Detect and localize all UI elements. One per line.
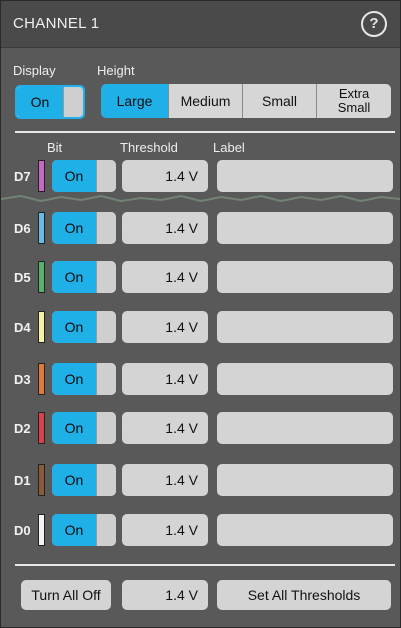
threshold-field-d2[interactable]: 1.4 V	[122, 412, 208, 444]
bit-toggle-d4[interactable]: On	[52, 311, 116, 343]
bit-toggle-knob	[96, 464, 116, 496]
help-icon[interactable]: ?	[361, 11, 387, 37]
column-header-label: Label	[213, 140, 245, 155]
threshold-field-d0[interactable]: 1.4 V	[122, 514, 208, 546]
bit-toggle-on: On	[52, 514, 96, 546]
bit-toggle-on: On	[52, 311, 96, 343]
bit-toggle-on: On	[52, 212, 96, 244]
channel-color-swatch	[38, 412, 45, 444]
threshold-field-d7[interactable]: 1.4 V	[122, 160, 208, 192]
bit-toggle-d0[interactable]: On	[52, 514, 116, 546]
set-all-thresholds-button[interactable]: Set All Thresholds	[217, 580, 391, 610]
bit-toggle-d2[interactable]: On	[52, 412, 116, 444]
label-field-d3[interactable]	[217, 363, 393, 395]
label-field-d7[interactable]	[217, 160, 393, 192]
label-field-d5[interactable]	[217, 261, 393, 293]
all-threshold-field[interactable]: 1.4 V	[122, 580, 208, 610]
bit-toggle-on: On	[52, 160, 96, 192]
channel-name: D3	[14, 372, 31, 387]
channel-name: D5	[14, 270, 31, 285]
divider-top	[15, 131, 395, 133]
column-header-bit: Bit	[47, 140, 63, 155]
height-option-medium[interactable]: Medium	[169, 84, 243, 118]
extra-small-line2: Small	[337, 100, 371, 115]
channel-row-d2: D2 On 1.4 V	[1, 411, 400, 447]
channel-name: D7	[14, 169, 31, 184]
bit-toggle-d6[interactable]: On	[52, 212, 116, 244]
channel-color-swatch	[38, 363, 45, 395]
panel-title: CHANNEL 1	[13, 15, 100, 32]
threshold-field-d5[interactable]: 1.4 V	[122, 261, 208, 293]
bit-toggle-on: On	[52, 464, 96, 496]
bit-toggle-knob	[96, 160, 116, 192]
bit-toggle-knob	[96, 412, 116, 444]
bit-toggle-d1[interactable]: On	[52, 464, 116, 496]
label-field-d6[interactable]	[217, 212, 393, 244]
display-label: Display	[13, 63, 56, 78]
channel-row-d0: D0 On 1.4 V	[1, 513, 400, 549]
display-toggle[interactable]: On	[15, 85, 85, 119]
height-option-small[interactable]: Small	[243, 84, 317, 118]
channel-color-swatch	[38, 160, 45, 192]
height-label: Height	[97, 63, 135, 78]
channel-row-d6: D6 On 1.4 V	[1, 211, 400, 247]
bit-toggle-knob	[96, 212, 116, 244]
label-field-d0[interactable]	[217, 514, 393, 546]
height-option-extra-small[interactable]: Extra Small	[317, 84, 391, 118]
extra-small-line1: Extra	[338, 86, 370, 101]
divider-bottom	[15, 564, 395, 566]
bit-toggle-on: On	[52, 261, 96, 293]
label-field-d1[interactable]	[217, 464, 393, 496]
threshold-field-d4[interactable]: 1.4 V	[122, 311, 208, 343]
title-bar: CHANNEL 1 ?	[1, 1, 400, 48]
channel-name: D0	[14, 523, 31, 538]
bit-toggle-knob	[96, 261, 116, 293]
bit-toggle-d3[interactable]: On	[52, 363, 116, 395]
bit-toggle-d7[interactable]: On	[52, 160, 116, 192]
channel-name: D6	[14, 221, 31, 236]
channel-color-swatch	[38, 311, 45, 343]
display-toggle-on: On	[17, 87, 63, 117]
bit-toggle-knob	[96, 363, 116, 395]
channel-row-d1: D1 On 1.4 V	[1, 463, 400, 499]
channel-settings-panel: CHANNEL 1 ? Display Height On Large Medi…	[0, 0, 401, 628]
column-header-threshold: Threshold	[120, 140, 178, 155]
label-field-d4[interactable]	[217, 311, 393, 343]
channel-row-d3: D3 On 1.4 V	[1, 362, 400, 398]
height-option-large[interactable]: Large	[101, 84, 169, 118]
threshold-field-d3[interactable]: 1.4 V	[122, 363, 208, 395]
bit-toggle-on: On	[52, 363, 96, 395]
channel-color-swatch	[38, 514, 45, 546]
channel-color-swatch	[38, 261, 45, 293]
bit-toggle-knob	[96, 514, 116, 546]
turn-all-off-button[interactable]: Turn All Off	[21, 580, 111, 610]
bit-toggle-on: On	[52, 412, 96, 444]
channel-name: D1	[14, 473, 31, 488]
channel-row-d4: D4 On 1.4 V	[1, 310, 400, 346]
channel-name: D2	[14, 421, 31, 436]
bit-toggle-knob	[96, 311, 116, 343]
threshold-field-d6[interactable]: 1.4 V	[122, 212, 208, 244]
channel-color-swatch	[38, 212, 45, 244]
channel-row-d7: D7 On 1.4 V	[1, 159, 400, 195]
threshold-field-d1[interactable]: 1.4 V	[122, 464, 208, 496]
display-toggle-knob	[63, 87, 83, 117]
bit-toggle-d5[interactable]: On	[52, 261, 116, 293]
channel-name: D4	[14, 320, 31, 335]
channel-row-d5: D5 On 1.4 V	[1, 260, 400, 296]
channel-color-swatch	[38, 464, 45, 496]
label-field-d2[interactable]	[217, 412, 393, 444]
